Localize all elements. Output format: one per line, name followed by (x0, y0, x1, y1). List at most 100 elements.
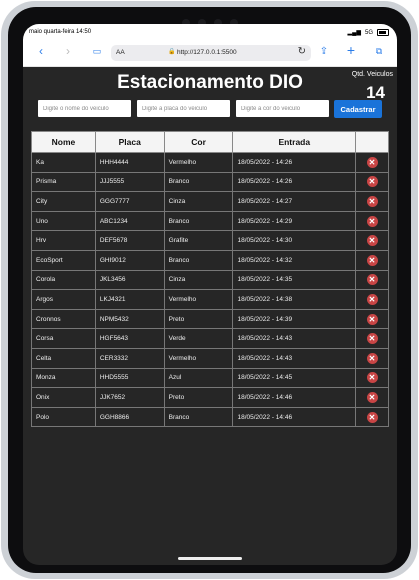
nome-input[interactable] (38, 100, 131, 117)
cell-placa: GGH8866 (94, 406, 165, 428)
cell-nome: Hrv (31, 230, 96, 251)
cell-nome: Corsa (31, 328, 96, 349)
cell-entrada: 18/05/2022 - 14:35 (232, 269, 357, 291)
cell-placa: JKL3456 (94, 269, 165, 291)
cell-nome: Ka (31, 152, 96, 173)
cell-nome: Prisma (31, 171, 96, 193)
cell-placa: JJJ5555 (94, 171, 165, 193)
tablet-frame: maio quarta-feira 14:50 ▂▄▆ 5G ‹ › ▭ AA … (1, 1, 418, 579)
table-row: Prisma JJJ5555 Branco 18/05/2022 - 14:26 ✕ (31, 171, 389, 193)
address-bar[interactable]: AA 🔒 http://127.0.0.1:5500 ↻ (111, 45, 311, 61)
cell-cor: Branco (163, 210, 234, 232)
share-icon[interactable]: ⇪ (316, 46, 332, 57)
reader-aa-button[interactable]: AA (116, 49, 125, 56)
cell-actions: ✕ (355, 210, 389, 232)
cell-cor: Vermelho (163, 347, 234, 369)
delete-icon[interactable]: ✕ (366, 313, 378, 325)
delete-icon[interactable]: ✕ (366, 352, 378, 364)
cell-placa: HHH4444 (94, 152, 165, 173)
cell-nome: Monza (31, 367, 96, 389)
cell-cor: Preto (163, 308, 234, 330)
table-row: Uno ABC1234 Branco 18/05/2022 - 14:29 ✕ (31, 210, 389, 232)
table-row: Celta CER3332 Vermelho 18/05/2022 - 14:43 ✕ (31, 347, 389, 369)
tabs-icon[interactable]: ⧉ (371, 46, 387, 57)
back-icon[interactable]: ‹ (33, 44, 49, 58)
cell-entrada: 18/05/2022 - 14:30 (232, 230, 357, 251)
table-row: Polo GGH8866 Branco 18/05/2022 - 14:46 ✕ (31, 406, 389, 428)
delete-icon[interactable]: ✕ (366, 411, 378, 423)
wifi-icon: ▂▄▆ (347, 30, 361, 36)
forward-icon[interactable]: › (60, 44, 76, 58)
header-actions (355, 131, 389, 153)
cell-actions: ✕ (355, 328, 389, 349)
cell-actions: ✕ (355, 289, 389, 310)
placa-input[interactable] (137, 100, 230, 117)
table-row: Cronnos NPM5432 Preto 18/05/2022 - 14:39 ✕ (31, 308, 389, 330)
vehicle-count-label: Qtd. Veiculos (351, 71, 393, 78)
page-content: Estacionamento DIO Qtd. Veiculos 14 Cada… (23, 67, 397, 547)
cell-cor: Cinza (163, 191, 234, 212)
cell-entrada: 18/05/2022 - 14:26 (232, 171, 357, 193)
page-title: Estacionamento DIO (117, 72, 303, 93)
cadastrar-button[interactable]: Cadastrar (334, 100, 382, 118)
cell-entrada: 18/05/2022 - 14:43 (232, 347, 357, 369)
cell-actions: ✕ (355, 269, 389, 291)
delete-icon[interactable]: ✕ (366, 176, 378, 188)
cell-actions: ✕ (355, 347, 389, 369)
delete-icon[interactable]: ✕ (366, 195, 378, 207)
table-body: Ka HHH4444 Vermelho 18/05/2022 - 14:26 ✕ Pris… (31, 152, 389, 428)
cell-nome: Uno (31, 210, 96, 232)
cell-nome: City (31, 191, 96, 212)
delete-icon[interactable]: ✕ (366, 372, 378, 384)
cell-placa: HGF5643 (94, 328, 165, 349)
delete-icon[interactable]: ✕ (366, 391, 378, 403)
delete-icon[interactable]: ✕ (366, 215, 378, 227)
cell-placa: GGG7777 (94, 191, 165, 212)
cell-actions: ✕ (355, 171, 389, 193)
cell-nome: Cronnos (31, 308, 96, 330)
book-icon[interactable]: ▭ (89, 46, 105, 57)
cell-nome: Celta (31, 347, 96, 369)
cell-actions: ✕ (355, 152, 389, 173)
cell-placa: GHI9012 (94, 249, 165, 271)
cell-nome: Polo (31, 406, 96, 428)
cor-input[interactable] (236, 100, 329, 117)
header-placa: Placa (94, 131, 165, 153)
table-row: Corola JKL3456 Cinza 18/05/2022 - 14:35 ✕ (31, 269, 389, 291)
lock-icon: 🔒 (168, 49, 176, 55)
signal-label: 5G (364, 29, 373, 36)
screen: maio quarta-feira 14:50 ▂▄▆ 5G ‹ › ▭ AA … (23, 24, 397, 565)
cell-actions: ✕ (355, 406, 389, 428)
cell-placa: DEF5678 (94, 230, 165, 251)
battery-icon (377, 29, 389, 36)
table-row: Hrv DEF5678 Grafite 18/05/2022 - 14:30 ✕ (31, 230, 389, 251)
delete-icon[interactable]: ✕ (366, 333, 378, 345)
cell-cor: Verde (163, 328, 234, 349)
cell-cor: Branco (163, 406, 234, 428)
cell-nome: EcoSport (31, 249, 96, 271)
delete-icon[interactable]: ✕ (366, 235, 378, 247)
url-text[interactable]: http://127.0.0.1:5500 (177, 49, 237, 56)
cell-cor: Vermelho (163, 152, 234, 173)
cell-nome: Corola (31, 269, 96, 291)
table-row: Ka HHH4444 Vermelho 18/05/2022 - 14:26 ✕ (31, 152, 389, 173)
browser-toolbar: ‹ › ▭ AA 🔒 http://127.0.0.1:5500 ↻ ⇪ + ⧉ (23, 40, 397, 67)
table-row: Corsa HGF5643 Verde 18/05/2022 - 14:43 ✕ (31, 328, 389, 349)
cell-nome: Argos (31, 289, 96, 310)
delete-icon[interactable]: ✕ (366, 254, 378, 266)
delete-icon[interactable]: ✕ (366, 293, 378, 305)
cell-entrada: 18/05/2022 - 14:45 (232, 367, 357, 389)
cell-cor: Vermelho (163, 289, 234, 310)
cell-actions: ✕ (355, 387, 389, 408)
table-header-row: Nome Placa Cor Entrada (31, 131, 389, 153)
cell-entrada: 18/05/2022 - 14:38 (232, 289, 357, 310)
reload-icon[interactable]: ↻ (298, 46, 306, 57)
new-tab-icon[interactable]: + (343, 42, 359, 58)
delete-icon[interactable]: ✕ (366, 274, 378, 286)
cell-placa: JJK7652 (94, 387, 165, 408)
cell-nome: Onix (31, 387, 96, 408)
cell-placa: HHD5555 (94, 367, 165, 389)
delete-icon[interactable]: ✕ (366, 156, 378, 168)
status-time: maio quarta-feira 14:50 (29, 29, 92, 35)
cell-cor: Branco (163, 171, 234, 193)
